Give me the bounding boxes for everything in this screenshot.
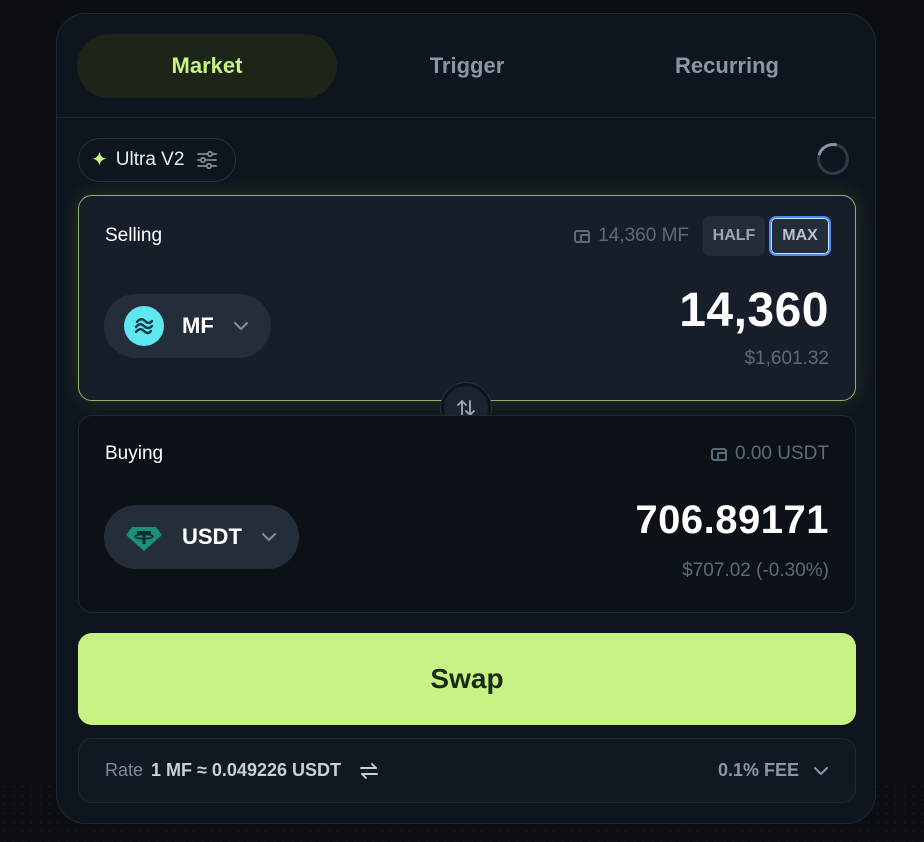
buying-card: Buying 0.00 USDT USDT 706.89171 $707.02 … <box>78 415 856 613</box>
rate-label: Rate <box>105 760 144 780</box>
sell-token-selector[interactable]: MF <box>104 294 271 358</box>
buying-label: Buying <box>105 443 164 464</box>
buy-token-symbol: USDT <box>182 524 242 549</box>
rate-bar: Rate 1 MF ≈ 0.049226 USDT 0.1% FEE <box>78 738 856 803</box>
selling-balance: 14,360 MF <box>574 225 689 247</box>
tab-trigger[interactable]: Trigger <box>337 34 597 98</box>
buy-token-selector[interactable]: USDT <box>104 505 299 569</box>
fee-label: 0.1% FEE <box>717 760 799 780</box>
buying-balance: 0.00 USDT <box>711 443 829 465</box>
wallet-icon <box>574 229 591 243</box>
sell-usd-value: $1,601.32 <box>744 348 829 369</box>
sell-amount-input[interactable]: 14,360 <box>679 283 829 338</box>
order-type-tabs: Market Trigger Recurring <box>77 34 857 98</box>
selling-card: Selling 14,360 MF HALF MAX MF 14,360 $1,… <box>78 195 856 401</box>
swap-button[interactable]: Swap <box>78 633 856 725</box>
chevron-down-icon <box>813 766 829 776</box>
tabs-divider <box>57 117 875 118</box>
tab-market[interactable]: Market <box>77 34 337 98</box>
router-settings-button[interactable]: ✦ Ultra V2 <box>78 138 236 182</box>
router-label: Ultra V2 <box>115 149 185 170</box>
sliders-icon <box>196 150 218 170</box>
chevron-down-icon <box>260 531 278 543</box>
buying-balance-value: 0.00 USDT <box>735 443 829 464</box>
half-button[interactable]: HALF <box>703 216 765 256</box>
sell-token-symbol: MF <box>182 313 214 338</box>
chevron-down-icon <box>232 320 250 332</box>
wallet-icon <box>711 447 728 461</box>
tab-recurring[interactable]: Recurring <box>597 34 857 98</box>
sparkle-icon: ✦ <box>91 149 108 171</box>
fee-dropdown[interactable]: 0.1% FEE <box>718 760 829 781</box>
mf-token-icon <box>124 306 164 346</box>
rate-value: 1 MF ≈ 0.049226 USDT <box>151 760 341 780</box>
refresh-timer-icon[interactable] <box>811 137 855 181</box>
usdt-token-icon <box>124 517 164 557</box>
buy-usd-value: $707.02 (-0.30%) <box>682 560 829 581</box>
swap-panel: Market Trigger Recurring ✦ Ultra V2 Sell… <box>56 13 876 824</box>
selling-label: Selling <box>105 225 163 246</box>
max-button[interactable]: MAX <box>769 216 831 256</box>
invert-rate-icon[interactable] <box>359 762 379 779</box>
selling-balance-value: 14,360 MF <box>598 225 689 246</box>
buy-amount-output: 706.89171 <box>635 498 829 542</box>
